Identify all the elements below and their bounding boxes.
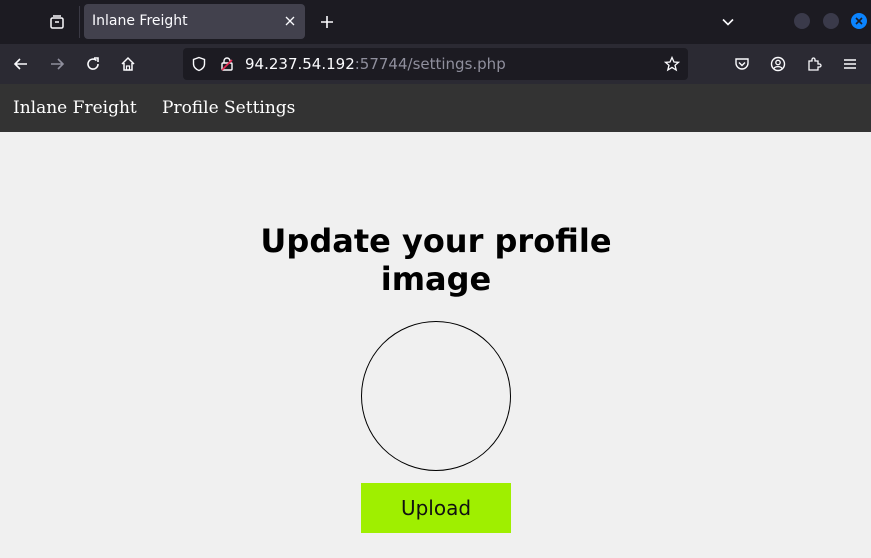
extensions-button[interactable]: [799, 49, 829, 79]
reload-button[interactable]: [78, 49, 108, 79]
extensions-icon: [808, 57, 822, 71]
back-button[interactable]: [6, 49, 36, 79]
app-menu-button[interactable]: [835, 49, 865, 79]
profile-image: [361, 321, 511, 471]
page-title: Update your profile image: [260, 222, 612, 298]
window-maximize-button[interactable]: [823, 13, 839, 29]
tab-active[interactable]: Inlane Freight: [84, 4, 305, 39]
window-minimize-button[interactable]: [794, 13, 810, 29]
chevron-down-icon: [722, 18, 734, 26]
close-icon: [285, 16, 295, 26]
plus-icon: [321, 16, 333, 28]
arrow-right-icon: [51, 58, 65, 70]
browser-tab-strip: Inlane Freight: [0, 0, 871, 44]
address-bar[interactable]: 94.237.54.192:57744/settings.php: [183, 48, 688, 80]
browser-toolbar: 94.237.54.192:57744/settings.php: [0, 44, 871, 84]
forward-button[interactable]: [42, 49, 72, 79]
url-text[interactable]: 94.237.54.192:57744/settings.php: [245, 55, 506, 73]
hamburger-menu-icon: [844, 59, 856, 69]
new-tab-button[interactable]: [312, 7, 342, 37]
home-button[interactable]: [113, 49, 143, 79]
tab-list-button[interactable]: [40, 5, 74, 39]
url-path: :57744/settings.php: [354, 55, 506, 73]
tracking-protection-button[interactable]: [189, 54, 209, 74]
list-all-tabs-button[interactable]: [713, 7, 743, 37]
tab-separator: [79, 6, 80, 38]
pocket-icon: [735, 58, 749, 70]
close-icon: [855, 17, 863, 25]
upload-button[interactable]: Upload: [361, 483, 511, 533]
reload-icon: [87, 57, 99, 70]
nav-link-profile-settings[interactable]: Profile Settings: [162, 98, 295, 118]
tab-title: Inlane Freight: [92, 13, 188, 29]
tab-list-icon: [50, 15, 64, 29]
window-close-button[interactable]: [851, 13, 867, 29]
home-icon: [121, 56, 135, 71]
main-content: Update your profile image Upload: [0, 132, 871, 558]
nav-link-home[interactable]: Inlane Freight: [13, 98, 137, 118]
bookmark-star-button[interactable]: [662, 54, 682, 74]
star-icon: [664, 56, 680, 72]
pocket-button[interactable]: [727, 49, 757, 79]
site-navbar: Inlane Freight Profile Settings: [0, 84, 871, 132]
shield-icon: [192, 56, 206, 72]
site-security-button[interactable]: [217, 54, 237, 74]
arrow-left-icon: [13, 58, 27, 70]
account-button[interactable]: [763, 49, 793, 79]
url-host: 94.237.54.192: [245, 55, 355, 73]
tab-close-button[interactable]: [281, 12, 299, 30]
lock-icon: [221, 57, 233, 71]
account-icon: [770, 56, 786, 72]
